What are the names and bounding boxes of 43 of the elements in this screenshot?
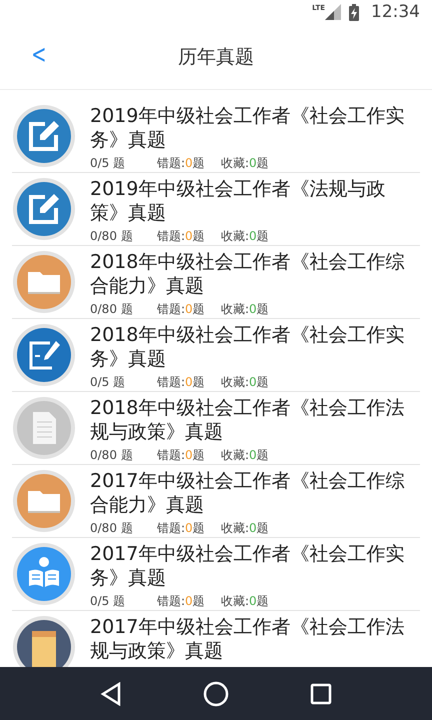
exam-title[interactable]: 2017年中级社会工作者《社会工作实务》真题 <box>90 542 420 590</box>
exam-title[interactable]: 2017年中级社会工作者《社会工作法规与政策》真题 <box>90 615 420 663</box>
sign-icon <box>12 323 76 387</box>
folder-icon <box>12 250 76 314</box>
back-nav-icon[interactable] <box>100 682 122 706</box>
edit-icon <box>12 104 76 168</box>
reader-icon <box>12 542 76 606</box>
favorite-count: 收藏:0题 <box>221 155 269 172</box>
wrong-count: 错题:0题 <box>157 520 206 537</box>
progress-count: 0/80 题 <box>90 228 134 245</box>
exam-title[interactable]: 2018年中级社会工作者《社会工作实务》真题 <box>90 323 420 371</box>
home-nav-icon[interactable] <box>202 681 229 707</box>
progress-count: 0/80 题 <box>90 520 134 537</box>
wrong-count: 错题:0题 <box>157 593 206 610</box>
progress-count: 0/5 题 <box>90 593 126 610</box>
progress-count: 0/5 题 <box>90 155 126 172</box>
edit-icon <box>12 177 76 241</box>
wrong-count: 错题:0题 <box>157 155 206 172</box>
favorite-count: 收藏:0题 <box>221 301 269 318</box>
exam-title[interactable]: 2018年中级社会工作者《社会工作法规与政策》真题 <box>90 396 420 444</box>
exam-title[interactable]: 2019年中级社会工作者《法规与政策》真题 <box>90 177 420 225</box>
folder-icon <box>12 469 76 533</box>
favorite-count: 收藏:0题 <box>221 228 269 245</box>
favorite-count: 收藏:0题 <box>221 520 269 537</box>
progress-count: 0/80 题 <box>90 447 134 464</box>
favorite-count: 收藏:0题 <box>221 447 269 464</box>
progress-count: 0/5 题 <box>90 374 126 391</box>
wrong-count: 错题:0题 <box>157 301 206 318</box>
page-title: 历年真题 <box>178 44 254 70</box>
recents-nav-icon[interactable] <box>310 683 332 705</box>
battery-icon <box>349 4 359 20</box>
signal-icon <box>325 4 341 20</box>
exam-title[interactable]: 2018年中级社会工作者《社会工作综合能力》真题 <box>90 250 420 298</box>
exam-title[interactable]: 2019年中级社会工作者《社会工作实务》真题 <box>90 104 420 152</box>
wrong-count: 错题:0题 <box>157 447 206 464</box>
favorite-count: 收藏:0题 <box>221 374 269 391</box>
wrong-count: 错题:0题 <box>157 374 206 391</box>
document-icon <box>12 396 76 460</box>
wrong-count: 错题:0题 <box>157 228 206 245</box>
progress-count: 0/80 题 <box>90 301 134 318</box>
favorite-count: 收藏:0题 <box>221 593 269 610</box>
exam-title[interactable]: 2017年中级社会工作者《社会工作综合能力》真题 <box>90 469 420 517</box>
clock-time: 12:34 <box>371 2 420 22</box>
